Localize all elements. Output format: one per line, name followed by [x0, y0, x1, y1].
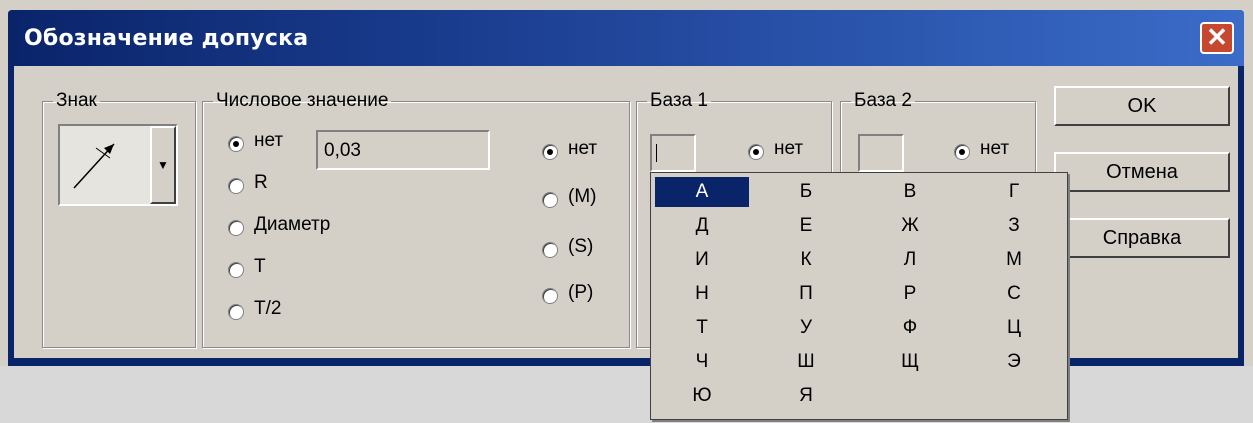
radio-p-label: (P) — [568, 282, 594, 303]
radio-modifier-none[interactable] — [542, 144, 558, 160]
letter-option[interactable]: У — [759, 313, 853, 343]
radio-r[interactable] — [228, 178, 244, 194]
letter-option[interactable]: З — [967, 211, 1061, 241]
letter-option[interactable]: Л — [863, 245, 957, 275]
radio-diameter[interactable] — [228, 220, 244, 236]
letter-option[interactable]: Щ — [863, 347, 957, 377]
title-bar[interactable]: Обозначение допуска ✕ — [8, 10, 1244, 66]
base1-radio-none[interactable] — [748, 144, 764, 160]
dialog-title: Обозначение допуска — [24, 26, 309, 51]
base2-legend: База 2 — [854, 90, 912, 111]
chevron-down-icon: ▼ — [157, 158, 169, 172]
base2-input[interactable] — [858, 134, 904, 172]
radio-s-label: (S) — [568, 236, 594, 257]
radio-s[interactable] — [542, 242, 558, 258]
base2-radio-none[interactable] — [954, 144, 970, 160]
radio-m-label: (M) — [568, 186, 597, 207]
letter-option[interactable]: Ц — [967, 313, 1061, 343]
letter-option[interactable]: Ж — [863, 211, 957, 241]
letter-option[interactable]: Г — [967, 177, 1061, 207]
letter-option[interactable]: Ш — [759, 347, 853, 377]
help-button[interactable]: Справка — [1054, 218, 1230, 258]
radio-p[interactable] — [542, 288, 558, 304]
close-button[interactable]: ✕ — [1200, 22, 1234, 54]
radio-t-half[interactable] — [228, 304, 244, 320]
letter-option[interactable]: А — [655, 177, 749, 207]
letter-option[interactable]: Ю — [655, 381, 749, 411]
letter-option[interactable]: К — [759, 245, 853, 275]
letter-option[interactable]: Д — [655, 211, 749, 241]
numeric-value-legend: Числовое значение — [216, 90, 389, 111]
base-letter-dropdown: АБВГ ДЕЖЗ ИКЛМ НПРС ТУФЦ ЧШЩЭ ЮЯ — [650, 172, 1068, 420]
radio-modifier-none-label: нет — [568, 138, 598, 159]
numeric-value-text: 0,03 — [324, 140, 361, 161]
numeric-value-input[interactable]: 0,03 — [316, 130, 490, 170]
letter-option[interactable]: М — [967, 245, 1061, 275]
radio-diameter-label: Диаметр — [254, 214, 331, 235]
letter-option[interactable]: Ф — [863, 313, 957, 343]
text-cursor — [656, 144, 657, 162]
letter-option[interactable]: Т — [655, 313, 749, 343]
letter-option[interactable]: В — [863, 177, 957, 207]
letter-option[interactable]: Ч — [655, 347, 749, 377]
letter-option[interactable]: П — [759, 279, 853, 309]
letter-option[interactable]: С — [967, 279, 1061, 309]
sign-group-legend: Знак — [56, 90, 97, 111]
ok-button[interactable]: OK — [1054, 86, 1230, 126]
radio-t[interactable] — [228, 262, 244, 278]
letter-option[interactable]: Р — [863, 279, 957, 309]
letter-option[interactable]: Е — [759, 211, 853, 241]
arrow-sign-icon — [73, 143, 115, 189]
letter-option[interactable]: Я — [759, 381, 853, 411]
letter-option[interactable]: Н — [655, 279, 749, 309]
letter-option[interactable]: И — [655, 245, 749, 275]
radio-none-label: нет — [254, 130, 284, 151]
base2-radio-none-label: нет — [980, 138, 1010, 159]
base1-input[interactable] — [650, 134, 696, 172]
radio-m[interactable] — [542, 192, 558, 208]
radio-none[interactable] — [228, 136, 244, 152]
radio-t-half-label: T/2 — [254, 298, 282, 319]
sign-select[interactable]: ▼ — [58, 124, 178, 206]
letter-option[interactable]: Э — [967, 347, 1061, 377]
radio-r-label: R — [254, 172, 268, 193]
radio-t-label: T — [254, 256, 266, 277]
cancel-button[interactable]: Отмена — [1054, 152, 1230, 192]
letter-option[interactable]: Б — [759, 177, 853, 207]
sign-dropdown-button[interactable]: ▼ — [150, 126, 176, 204]
base1-legend: База 1 — [650, 90, 708, 111]
base1-radio-none-label: нет — [774, 138, 804, 159]
